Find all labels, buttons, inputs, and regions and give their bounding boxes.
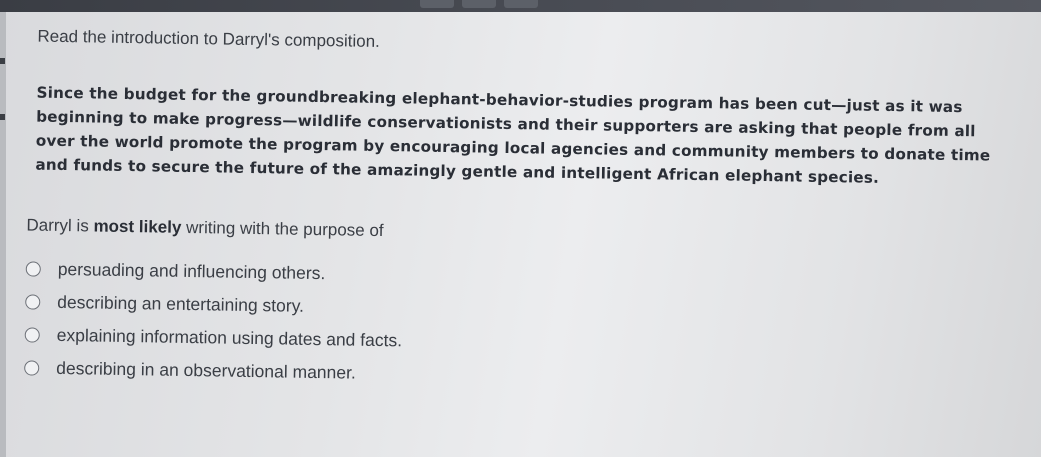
question-text-start: Darryl is (26, 215, 94, 236)
answer-option-4[interactable]: describing in an observational manner. (24, 351, 402, 390)
radio-button[interactable] (25, 294, 41, 310)
question-prompt: Darryl is most likely writing with the p… (26, 215, 383, 241)
radio-button[interactable] (24, 360, 40, 376)
radio-button[interactable] (24, 327, 40, 343)
option-label: persuading and influencing others. (57, 258, 326, 284)
option-label: explaining information using dates and f… (56, 324, 403, 351)
question-emphasis: most likely (93, 216, 182, 237)
radio-button[interactable] (25, 261, 41, 277)
intro-text: Read the introduction to Darryl's compos… (37, 26, 381, 51)
top-bar-tab[interactable] (504, 0, 538, 8)
question-text-end: writing with the purpose of (181, 217, 384, 241)
option-label: describing an entertaining story. (57, 291, 305, 316)
answer-options: persuading and influencing others. descr… (24, 252, 403, 390)
question-panel: Read the introduction to Darryl's compos… (0, 0, 1041, 457)
option-label: describing in an observational manner. (56, 357, 356, 383)
passage: Since the budget for the groundbreaking … (35, 81, 1036, 193)
